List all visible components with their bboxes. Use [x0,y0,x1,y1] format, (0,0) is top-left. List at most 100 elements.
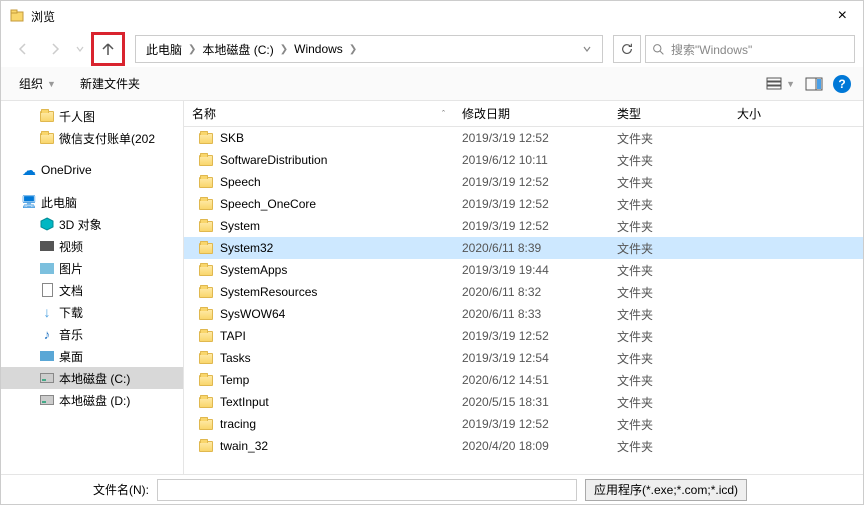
tree-item-label: 视频 [59,238,83,255]
refresh-button[interactable] [613,35,641,63]
filename-input[interactable] [157,479,577,501]
forward-button[interactable] [41,35,69,63]
file-row[interactable]: System322020/6/11 8:39文件夹 [184,237,863,259]
navigation-tree: 千人图微信支付账单(202 ☁OneDrive 🖥此电脑 3D 对象视频图片文档 ↓下载… [1,101,184,474]
file-row[interactable]: System2019/3/19 12:52文件夹 [184,215,863,237]
up-button[interactable] [96,37,120,61]
tree-item-label: 此电脑 [41,194,77,211]
file-type: 文件夹 [609,372,729,389]
tree-item[interactable]: ↓下载 [1,301,183,323]
bottom-bar: 文件名(N): 应用程序(*.exe;*.com;*.icd) [1,474,863,504]
file-row[interactable]: Tasks2019/3/19 12:54文件夹 [184,347,863,369]
file-name: SysWOW64 [220,307,285,321]
navbar: 此电脑 ❯ 本地磁盘 (C:) ❯ Windows ❯ 搜索"Windows" [1,31,863,67]
folder-icon [39,108,55,124]
column-type[interactable]: 类型 [609,101,729,126]
file-name: Temp [220,373,249,387]
file-type: 文件夹 [609,306,729,323]
tree-item[interactable]: 图片 [1,257,183,279]
tree-item[interactable]: 微信支付账单(202 [1,127,183,149]
folder-icon [198,394,214,410]
file-name: SystemResources [220,285,317,299]
file-row[interactable]: tracing 2019/3/19 12:52文件夹 [184,413,863,435]
file-date: 2020/6/12 14:51 [454,373,609,387]
breadcrumb-item[interactable]: 本地磁盘 (C:) [198,41,277,58]
new-folder-button[interactable]: 新建文件夹 [74,71,146,96]
column-date[interactable]: 修改日期 [454,101,609,126]
folder-icon [198,152,214,168]
tree-item[interactable]: 本地磁盘 (C:) [1,367,183,389]
file-name: TAPI [220,329,246,343]
tree-item[interactable]: 文档 [1,279,183,301]
recent-dropdown[interactable] [73,35,87,63]
tree-item-label: 下载 [59,304,83,321]
folder-icon [198,262,214,278]
address-bar[interactable]: 此电脑 ❯ 本地磁盘 (C:) ❯ Windows ❯ [135,35,603,63]
file-row[interactable]: SystemApps2019/3/19 19:44文件夹 [184,259,863,281]
file-row[interactable]: SystemResources2020/6/11 8:32文件夹 [184,281,863,303]
folder-icon [198,218,214,234]
folder-icon [198,306,214,322]
folder-icon [198,438,214,454]
search-input[interactable]: 搜索"Windows" [645,35,855,63]
file-date: 2020/5/15 18:31 [454,395,609,409]
video-icon [39,238,55,254]
tree-item[interactable]: 桌面 [1,345,183,367]
folder-icon [198,284,214,300]
file-type: 文件夹 [609,416,729,433]
folder-icon [198,130,214,146]
file-row[interactable]: SoftwareDistribution2019/6/12 10:11文件夹 [184,149,863,171]
tree-item[interactable]: 视频 [1,235,183,257]
breadcrumb-item[interactable]: 此电脑 [142,41,186,58]
tree-item[interactable]: ☁OneDrive [1,159,183,181]
toolbar: 组织 ▼ 新建文件夹 ▼ ? [1,67,863,101]
file-name: tracing [220,417,256,431]
file-name: SKB [220,131,244,145]
file-date: 2019/3/19 19:44 [454,263,609,277]
file-date: 2020/6/11 8:33 [454,307,609,321]
close-button[interactable]: × [830,7,855,25]
tree-item-label: 文档 [59,282,83,299]
column-name[interactable]: 名称 ˆ [184,101,454,126]
address-dropdown[interactable] [578,44,596,54]
window-title: 浏览 [31,8,830,25]
file-type: 文件夹 [609,394,729,411]
file-date: 2019/3/19 12:52 [454,197,609,211]
file-list: 名称 ˆ 修改日期 类型 大小 SKB2019/3/19 12:52文件夹Sof… [184,101,863,474]
filetype-dropdown[interactable]: 应用程序(*.exe;*.com;*.icd) [585,479,747,501]
file-type: 文件夹 [609,152,729,169]
tree-item-label: 微信支付账单(202 [59,130,155,147]
organize-menu[interactable]: 组织 ▼ [13,71,62,96]
tree-item[interactable]: 🖥此电脑 [1,191,183,213]
file-date: 2020/4/20 18:09 [454,439,609,453]
tree-item-label: 音乐 [59,326,83,343]
file-type: 文件夹 [609,328,729,345]
tree-item[interactable]: ♪音乐 [1,323,183,345]
file-row[interactable]: TAPI2019/3/19 12:52文件夹 [184,325,863,347]
chevron-down-icon: ▼ [786,79,795,89]
tree-item[interactable]: 千人图 [1,105,183,127]
titlebar: 浏览 × [1,1,863,31]
view-details-button[interactable]: ▼ [766,77,795,91]
file-row[interactable]: Temp 2020/6/12 14:51文件夹 [184,369,863,391]
tree-item[interactable]: 本地磁盘 (D:) [1,389,183,411]
tree-item-label: 桌面 [59,348,83,365]
help-button[interactable]: ? [833,75,851,93]
file-name: twain_32 [220,439,268,453]
preview-pane-button[interactable] [805,77,823,91]
file-row[interactable]: TextInput2020/5/15 18:31文件夹 [184,391,863,413]
column-size[interactable]: 大小 [729,101,819,126]
file-date: 2019/3/19 12:54 [454,351,609,365]
back-button[interactable] [9,35,37,63]
tree-item-label: 3D 对象 [59,216,102,233]
chevron-right-icon: ❯ [347,44,359,55]
file-row[interactable]: Speech2019/3/19 12:52文件夹 [184,171,863,193]
file-row[interactable]: Speech_OneCore2019/3/19 12:52文件夹 [184,193,863,215]
file-type: 文件夹 [609,350,729,367]
file-row[interactable]: SKB2019/3/19 12:52文件夹 [184,127,863,149]
file-row[interactable]: SysWOW64 2020/6/11 8:33文件夹 [184,303,863,325]
file-row[interactable]: twain_322020/4/20 18:09文件夹 [184,435,863,457]
tree-item[interactable]: 3D 对象 [1,213,183,235]
breadcrumb-item[interactable]: Windows [290,42,347,56]
file-date: 2019/3/19 12:52 [454,417,609,431]
